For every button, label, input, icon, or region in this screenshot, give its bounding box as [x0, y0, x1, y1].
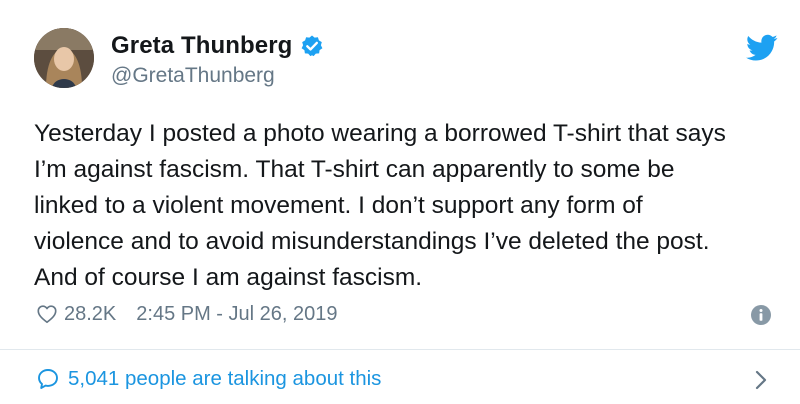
like-count[interactable]: 28.2K [64, 303, 116, 326]
speech-bubble-icon [36, 367, 60, 391]
verified-badge-icon [300, 34, 324, 58]
tweet-header: Greta Thunberg @GretaThunberg [34, 28, 778, 90]
chevron-right-icon[interactable] [750, 368, 772, 392]
talking-about-link[interactable]: 5,041 people are talking about this [36, 364, 776, 394]
talking-about-label: 5,041 people are talking about this [68, 367, 382, 390]
avatar[interactable] [34, 28, 94, 88]
heart-icon[interactable] [36, 303, 58, 325]
tweet-card: Greta Thunberg @GretaThunberg Yesterday … [0, 0, 800, 404]
twitter-bird-icon[interactable] [746, 34, 778, 62]
tweet-meta: 28.2K 2:45 PM - Jul 26, 2019 [36, 300, 776, 328]
divider [0, 349, 800, 350]
tweet-timestamp[interactable]: 2:45 PM - Jul 26, 2019 [136, 303, 337, 326]
user-handle[interactable]: @GretaThunberg [111, 64, 275, 88]
tweet-text: Yesterday I posted a photo wearing a bor… [34, 120, 726, 291]
display-name[interactable]: Greta Thunberg [111, 32, 292, 60]
name-row: Greta Thunberg [111, 32, 324, 60]
info-icon[interactable] [750, 304, 772, 326]
